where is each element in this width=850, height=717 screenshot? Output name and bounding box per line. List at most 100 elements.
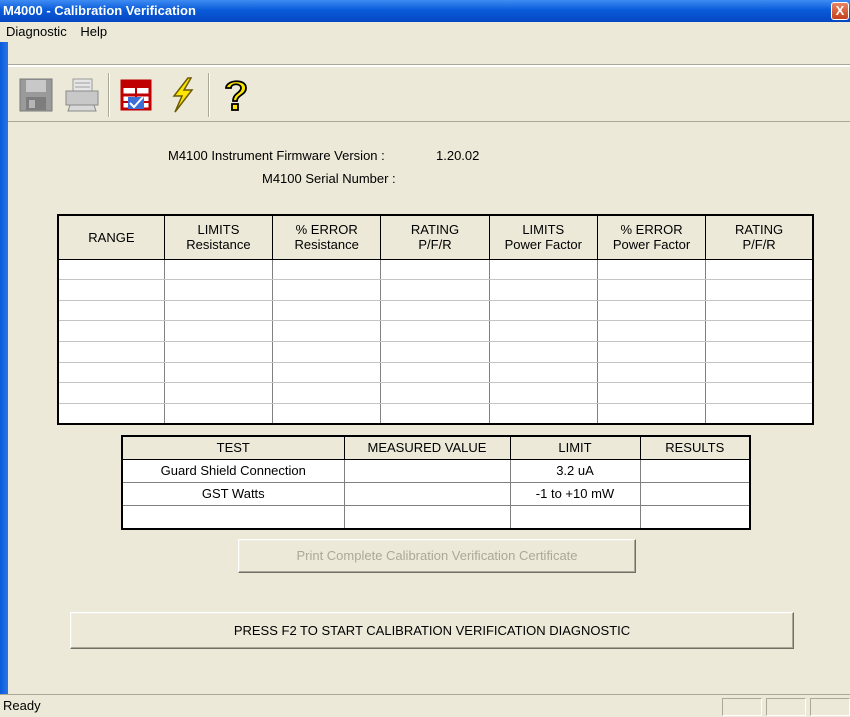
table-row[interactable] bbox=[57, 320, 814, 342]
table-cell bbox=[488, 299, 598, 322]
status-panel bbox=[722, 698, 762, 716]
table-cell bbox=[272, 279, 382, 301]
menu-bar: Diagnostic Help bbox=[0, 22, 850, 42]
lightning-icon bbox=[172, 77, 194, 113]
table-cell bbox=[596, 341, 707, 363]
limit-value bbox=[509, 505, 641, 530]
window-left-border bbox=[0, 42, 8, 694]
test-name: Guard Shield Connection bbox=[121, 458, 345, 483]
start-diagnostic-button[interactable]: PRESS F2 TO START CALIBRATION VERIFICATI… bbox=[70, 612, 794, 649]
table-cell bbox=[57, 299, 165, 322]
table-cell bbox=[380, 361, 490, 384]
table-cell bbox=[163, 402, 274, 425]
table-cell bbox=[488, 361, 598, 384]
table-row[interactable] bbox=[57, 299, 814, 322]
print-certificate-button[interactable]: Print Complete Calibration Verification … bbox=[238, 539, 636, 573]
calibration-sheet-button[interactable] bbox=[116, 75, 156, 115]
close-button[interactable]: X bbox=[831, 2, 849, 20]
header-limits-resistance: LIMITS Resistance bbox=[163, 214, 274, 260]
table-cell bbox=[380, 258, 490, 281]
table-cell bbox=[57, 361, 165, 384]
limit-value: 3.2 uA bbox=[509, 458, 641, 483]
table-cell bbox=[57, 402, 165, 425]
header-error-resistance: % ERROR Resistance bbox=[272, 214, 382, 260]
title-bar: M4000 - Calibration Verification X bbox=[0, 0, 850, 22]
table-cell bbox=[272, 320, 382, 342]
firmware-version-value: 1.20.02 bbox=[436, 148, 480, 163]
toolbar bbox=[8, 66, 850, 122]
measured-value bbox=[343, 505, 511, 530]
test-table-header: TEST MEASURED VALUE LIMIT RESULTS bbox=[121, 435, 751, 460]
table-cell bbox=[705, 382, 814, 404]
table-cell bbox=[380, 382, 490, 404]
table-cell bbox=[380, 299, 490, 322]
table-row[interactable] bbox=[57, 361, 814, 384]
table-cell bbox=[163, 279, 274, 301]
header-limit: LIMIT bbox=[509, 435, 641, 460]
toolbar-divider bbox=[108, 73, 110, 117]
table-cell bbox=[57, 258, 165, 281]
table-cell bbox=[596, 382, 707, 404]
table-cell bbox=[57, 320, 165, 342]
table-cell bbox=[163, 258, 274, 281]
table-cell bbox=[57, 279, 165, 301]
status-text: Ready bbox=[3, 698, 41, 713]
table-cell bbox=[272, 402, 382, 425]
table-cell bbox=[163, 320, 274, 342]
header-rating-resistance: RATING P/F/R bbox=[380, 214, 490, 260]
table-row[interactable] bbox=[57, 382, 814, 404]
status-bar: Ready bbox=[0, 694, 850, 716]
table-row[interactable] bbox=[57, 402, 814, 425]
table-cell bbox=[596, 320, 707, 342]
table-cell bbox=[596, 258, 707, 281]
table-cell bbox=[57, 341, 165, 363]
help-icon bbox=[225, 80, 247, 111]
status-panel bbox=[810, 698, 850, 716]
window-title: M4000 - Calibration Verification bbox=[3, 3, 196, 18]
serial-number-label: M4100 Serial Number : bbox=[262, 171, 396, 186]
table-row[interactable]: Guard Shield Connection 3.2 uA bbox=[121, 458, 751, 483]
table-cell bbox=[705, 299, 814, 322]
table-cell bbox=[488, 258, 598, 281]
table-cell bbox=[163, 361, 274, 384]
test-name: GST Watts bbox=[121, 481, 345, 507]
test-results-table: TEST MEASURED VALUE LIMIT RESULTS Guard … bbox=[121, 435, 751, 530]
table-cell bbox=[705, 361, 814, 384]
header-error-power-factor: % ERROR Power Factor bbox=[596, 214, 707, 260]
result-value bbox=[639, 458, 751, 483]
limit-value: -1 to +10 mW bbox=[509, 481, 641, 507]
header-results: RESULTS bbox=[639, 435, 751, 460]
print-icon bbox=[65, 78, 99, 112]
header-limits-power-factor: LIMITS Power Factor bbox=[488, 214, 598, 260]
table-cell bbox=[272, 299, 382, 322]
table-cell bbox=[272, 361, 382, 384]
save-button[interactable] bbox=[16, 75, 56, 115]
result-value bbox=[639, 505, 751, 530]
table-row[interactable] bbox=[57, 258, 814, 281]
table-cell bbox=[380, 341, 490, 363]
table-row[interactable] bbox=[57, 279, 814, 301]
toolbar-divider bbox=[208, 73, 210, 117]
table-cell bbox=[596, 402, 707, 425]
table-row[interactable] bbox=[121, 505, 751, 530]
table-row[interactable]: GST Watts -1 to +10 mW bbox=[121, 481, 751, 507]
menu-help[interactable]: Help bbox=[76, 22, 111, 42]
table-cell bbox=[488, 402, 598, 425]
print-button[interactable] bbox=[62, 75, 102, 115]
close-icon: X bbox=[835, 3, 845, 18]
table-cell bbox=[380, 320, 490, 342]
table-cell bbox=[163, 299, 274, 322]
table-cell bbox=[596, 299, 707, 322]
firmware-version-label: M4100 Instrument Firmware Version : bbox=[168, 148, 385, 163]
header-test: TEST bbox=[121, 435, 345, 460]
header-rating-power-factor: RATING P/F/R bbox=[705, 214, 814, 260]
help-button[interactable] bbox=[216, 75, 256, 115]
run-test-button[interactable] bbox=[162, 75, 202, 115]
menu-diagnostic[interactable]: Diagnostic bbox=[2, 22, 71, 42]
table-cell bbox=[705, 279, 814, 301]
header-range: RANGE bbox=[57, 214, 165, 260]
table-cell bbox=[163, 341, 274, 363]
table-row[interactable] bbox=[57, 341, 814, 363]
table-cell bbox=[163, 382, 274, 404]
table-cell bbox=[705, 402, 814, 425]
